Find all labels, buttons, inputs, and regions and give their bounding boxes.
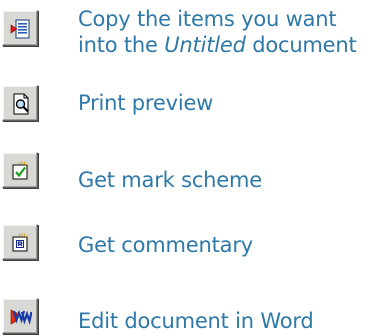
copy-items-label: Copy the items you want into the Untitle…	[78, 6, 357, 58]
commentary-label: Get commentary	[78, 233, 254, 257]
get-commentary-button[interactable]	[2, 224, 38, 260]
edit-in-word-button[interactable]	[2, 298, 38, 334]
copy-items-line2-prefix: into the	[78, 33, 165, 57]
mark-scheme-label: Get mark scheme	[78, 168, 262, 192]
word-edit-label: Edit document in Word	[78, 309, 314, 333]
copy-to-document-icon	[10, 19, 30, 39]
print-preview-label: Print preview	[78, 91, 214, 115]
untitled-doc-name: Untitled	[164, 33, 246, 57]
copy-items-line2-suffix: document	[245, 33, 357, 57]
copy-items-line1: Copy the items you want	[78, 7, 337, 31]
get-mark-scheme-button[interactable]	[2, 152, 38, 188]
copy-items-line2: into the Untitled document	[78, 32, 357, 58]
commentary-icon	[12, 233, 28, 252]
print-preview-icon	[13, 93, 29, 115]
print-preview-button[interactable]	[2, 85, 38, 121]
mark-scheme-icon	[12, 161, 28, 180]
word-document-icon	[10, 309, 32, 325]
copy-to-document-button[interactable]	[2, 10, 38, 46]
